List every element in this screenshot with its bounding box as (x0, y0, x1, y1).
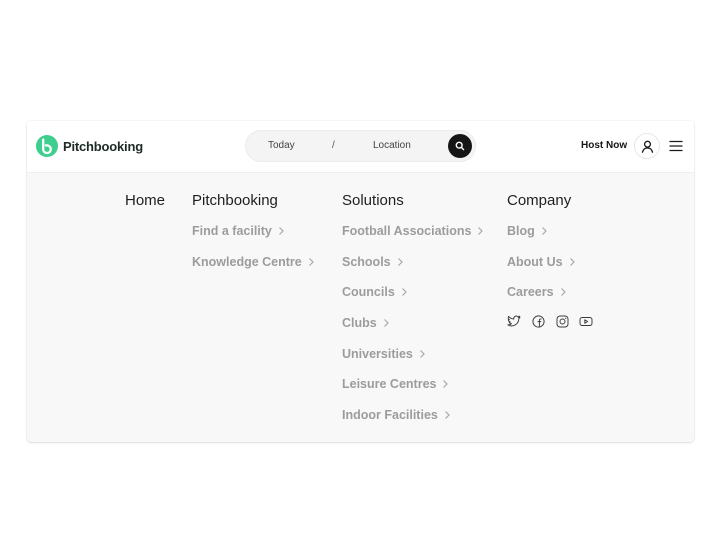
nav-link-football-associations[interactable]: Football Associations (342, 216, 484, 246)
nav-column-title: Pitchbooking (192, 192, 278, 209)
youtube-link[interactable] (579, 315, 593, 329)
social-links (507, 315, 593, 329)
navigation-mega-menu: Pitchbooking Today / Location Host Now H… (27, 121, 694, 442)
pitchbooking-logo-icon (36, 135, 58, 157)
nav-link-label: Find a facility (192, 224, 272, 239)
instagram-link[interactable] (555, 315, 569, 329)
nav-column-title: Company (507, 192, 572, 209)
nav-link-indoor-facilities[interactable]: Indoor Facilities (342, 400, 484, 430)
nav-link-label: Clubs (342, 315, 377, 330)
nav-link-careers[interactable]: Careers (507, 277, 593, 307)
chevron-right-icon (397, 257, 403, 266)
nav-link-councils[interactable]: Councils (342, 277, 484, 307)
nav-link-label: Councils (342, 285, 395, 300)
nav-column-home: Home (125, 193, 165, 224)
user-icon (641, 140, 653, 153)
facebook-icon (531, 315, 545, 328)
search-bar: Today / Location (245, 130, 476, 162)
twitter-icon (507, 315, 521, 327)
brand-name: Pitchbooking (63, 138, 143, 154)
chevron-right-icon (443, 380, 449, 389)
nav-link-universities[interactable]: Universities (342, 338, 484, 368)
nav-link-label: Blog (507, 224, 535, 239)
nav-link-find-a-facility[interactable]: Find a facility (192, 216, 315, 246)
search-separator: / (332, 140, 335, 151)
twitter-link[interactable] (507, 315, 521, 329)
hamburger-icon (669, 140, 683, 152)
nav-link-label: Leisure Centres (342, 377, 437, 392)
brand-logo[interactable]: Pitchbooking (36, 135, 143, 157)
facebook-link[interactable] (531, 315, 545, 329)
nav-link-label: About Us (507, 254, 563, 269)
nav-link-clubs[interactable]: Clubs (342, 308, 484, 338)
chevron-right-icon (478, 227, 484, 236)
nav-link-label: Indoor Facilities (342, 407, 438, 422)
nav-link-label: Careers (507, 285, 554, 300)
date-selector[interactable]: Today (268, 131, 295, 161)
chevron-right-icon (560, 288, 566, 297)
menu-button[interactable] (668, 138, 684, 154)
nav-link-label: Knowledge Centre (192, 254, 302, 269)
nav-home-link[interactable]: Home (125, 193, 165, 209)
chevron-right-icon (541, 227, 547, 236)
nav-link-label: Football Associations (342, 224, 472, 239)
top-navbar: Pitchbooking Today / Location Host Now (27, 121, 694, 173)
account-button[interactable] (634, 133, 660, 159)
chevron-right-icon (308, 257, 314, 266)
chevron-right-icon (419, 349, 425, 358)
nav-column-pitchbooking: Pitchbooking Find a facility Knowledge C… (192, 193, 315, 285)
youtube-icon (579, 317, 593, 327)
chevron-right-icon (569, 257, 575, 266)
chevron-right-icon (444, 410, 450, 419)
nav-column-title: Solutions (342, 192, 404, 209)
nav-link-label: Schools (342, 254, 391, 269)
search-button[interactable] (448, 134, 472, 158)
nav-link-about-us[interactable]: About Us (507, 247, 593, 277)
nav-link-label: Universities (342, 346, 413, 361)
nav-column-company: Company Blog About Us Careers (507, 193, 593, 329)
location-selector[interactable]: Location (373, 131, 411, 161)
host-now-button[interactable]: Host Now (581, 140, 627, 151)
nav-column-solutions: Solutions Football Associations Schools … (342, 193, 484, 438)
search-icon (455, 141, 465, 151)
nav-link-leisure-centres[interactable]: Leisure Centres (342, 369, 484, 399)
nav-link-blog[interactable]: Blog (507, 216, 593, 246)
nav-link-knowledge-centre[interactable]: Knowledge Centre (192, 247, 315, 277)
instagram-icon (556, 315, 568, 328)
chevron-right-icon (401, 288, 407, 297)
nav-link-schools[interactable]: Schools (342, 247, 484, 277)
chevron-right-icon (278, 227, 284, 236)
chevron-right-icon (383, 318, 389, 327)
